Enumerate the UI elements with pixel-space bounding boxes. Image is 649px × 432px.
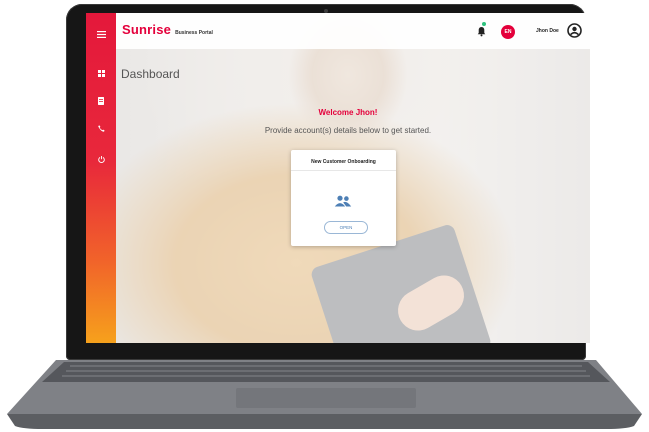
card-divider (291, 170, 396, 171)
menu-button[interactable] (86, 23, 116, 45)
brand-logo[interactable]: Sunrise Business Portal (122, 22, 213, 37)
sidebar-item-dashboard[interactable] (86, 62, 116, 84)
welcome-heading: Welcome Jhon! (318, 108, 378, 117)
brand-subtitle: Business Portal (175, 30, 213, 36)
top-header: Sunrise Business Portal EN Jhon Doe (116, 13, 590, 49)
language-badge[interactable]: EN (501, 25, 515, 39)
power-icon (97, 155, 105, 163)
sidebar (86, 13, 116, 343)
notification-bell-icon[interactable] (476, 26, 487, 37)
laptop-base (6, 358, 643, 430)
screen: Sunrise Business Portal EN Jhon Doe Dash… (86, 13, 590, 343)
user-avatar-icon[interactable] (567, 23, 582, 38)
dashboard-icon (97, 69, 105, 77)
welcome-subtitle: Provide account(s) details below to get … (264, 126, 432, 135)
menu-icon (96, 30, 106, 38)
user-name[interactable]: Jhon Doe (536, 28, 559, 34)
notification-status-dot (482, 22, 486, 26)
document-icon (98, 97, 104, 105)
onboarding-card[interactable]: New Customer Onboarding OPEN (291, 150, 396, 246)
brand-name: Sunrise (122, 22, 172, 37)
card-title: New Customer Onboarding (311, 159, 376, 165)
sidebar-item-logout[interactable] (86, 148, 116, 170)
page-title: Dashboard (121, 67, 180, 81)
users-icon (334, 195, 352, 207)
open-button[interactable]: OPEN (324, 221, 368, 234)
